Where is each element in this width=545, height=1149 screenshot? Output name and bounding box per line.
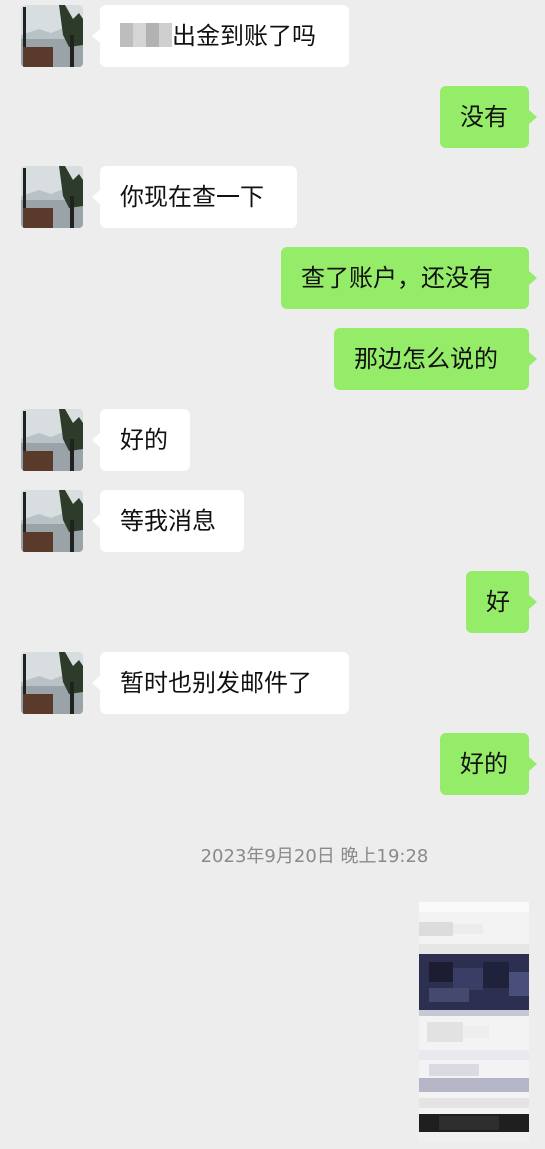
avatar-image [21,490,83,552]
outgoing-bubble[interactable]: 那边怎么说的 [334,328,537,390]
avatar-image [21,409,83,471]
chat-window: 出金到账了吗 没有 你现在查一下 查了账户，还没有 那边怎么说的 好的 等我消息… [0,0,545,1149]
incoming-bubble[interactable]: 等我消息 [92,490,244,552]
message-text: 那边怎么说的 [354,345,498,373]
avatar-image [21,652,83,714]
incoming-bubble[interactable]: 出金到账了吗 [92,5,349,67]
outgoing-bubble[interactable]: 好 [466,571,537,633]
message-text: 查了账户，还没有 [301,264,493,292]
message-text: 你现在查一下 [120,183,264,211]
message-text: 等我消息 [120,507,216,535]
incoming-bubble[interactable]: 你现在查一下 [92,166,297,228]
message-text: 好 [486,588,510,616]
message-text: 出金到账了吗 [172,22,316,50]
message-timestamp: 2023年9月20日 晚上19:28 [200,846,429,867]
contact-avatar[interactable] [21,652,83,714]
image-thumbnail [419,902,529,1142]
avatar-image [21,166,83,228]
outgoing-bubble[interactable]: 查了账户，还没有 [281,247,537,309]
avatar-image [21,5,83,67]
incoming-bubble[interactable]: 暂时也别发邮件了 [92,652,349,714]
message-text: 没有 [460,103,508,131]
contact-avatar[interactable] [21,166,83,228]
outgoing-bubble[interactable]: 没有 [440,86,537,148]
contact-avatar[interactable] [21,490,83,552]
redacted-text-block [120,23,172,47]
outgoing-bubble[interactable]: 好的 [440,733,537,795]
contact-avatar[interactable] [21,5,83,67]
message-text: 好的 [460,750,508,778]
image-message[interactable] [419,902,529,1142]
message-text: 好的 [120,426,168,454]
contact-avatar[interactable] [21,409,83,471]
message-text: 暂时也别发邮件了 [120,669,312,697]
incoming-bubble[interactable]: 好的 [92,409,190,471]
